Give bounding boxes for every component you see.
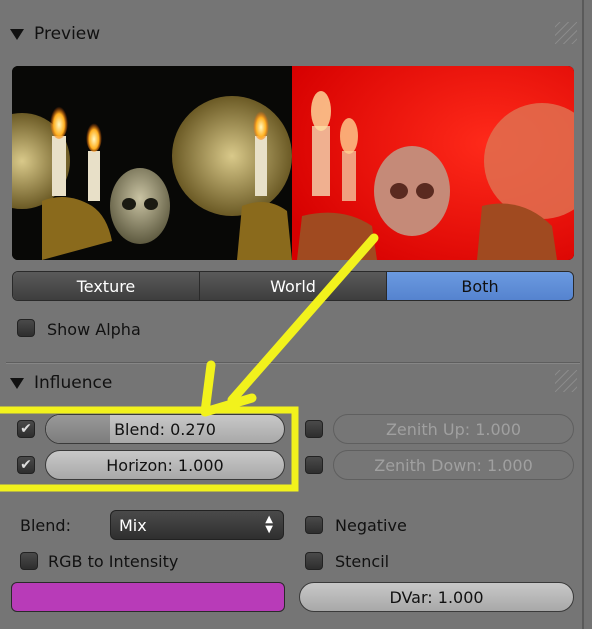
annotation-arrow-icon — [227, 233, 379, 405]
annotation-overlay — [0, 233, 379, 492]
highlight-box — [0, 406, 299, 492]
